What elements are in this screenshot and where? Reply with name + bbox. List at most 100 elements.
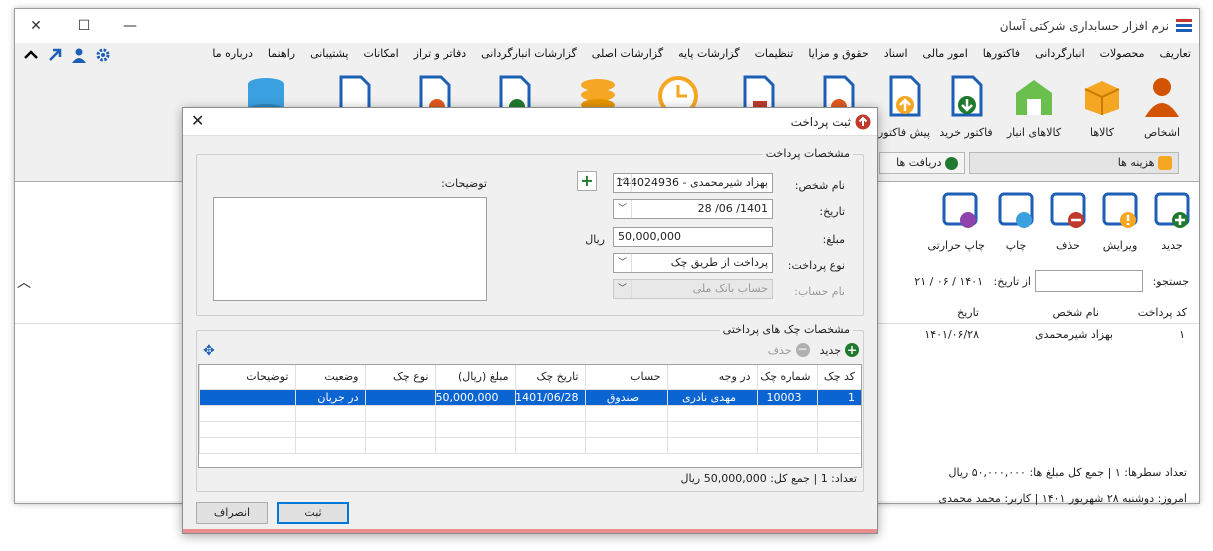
menu-item[interactable]: فاکتورها: [983, 47, 1020, 65]
menu-item[interactable]: اسناد: [884, 47, 908, 65]
menu-item[interactable]: امکانات: [364, 47, 399, 65]
minimize-window-button[interactable]: —: [119, 15, 141, 37]
dialog-accent-bar: [183, 529, 877, 533]
person-icon: [1145, 78, 1179, 117]
ribbon-purchase-invoice-button[interactable]: فاکتور خرید: [933, 75, 999, 141]
amount-label: مبلغ:: [822, 233, 845, 246]
menu-item[interactable]: پشتیبانی: [310, 47, 348, 65]
delete-folder-icon: [1050, 192, 1086, 228]
print-button[interactable]: چاپ: [991, 190, 1041, 264]
amount-input[interactable]: 50,000,000: [613, 227, 773, 247]
menu-item[interactable]: محصولات: [1100, 47, 1145, 65]
box-icon: [1084, 81, 1120, 115]
search-input[interactable]: [1035, 270, 1143, 292]
gear-icon[interactable]: [95, 47, 111, 63]
add-cheque-button[interactable]: جدید: [820, 344, 841, 357]
amount-unit: ریال: [585, 233, 605, 246]
menu-item[interactable]: حقوق و مزایا: [808, 47, 868, 65]
ribbon-persons-button[interactable]: اشخاص: [1129, 75, 1195, 141]
save-button[interactable]: ثبت: [277, 502, 349, 524]
add-icon: +: [845, 343, 859, 357]
ribbon-goods-button[interactable]: کالاها: [1069, 75, 1135, 141]
cheque-count-summary: تعداد: 1 | جمع کل: 50,000,000 ریال: [680, 472, 858, 485]
chevron-down-icon: ﹀: [614, 174, 632, 192]
menu-item[interactable]: تعاریف: [1160, 47, 1191, 65]
collapse-icon[interactable]: ︿: [17, 272, 31, 292]
cheque-toolbar: + جدید − حذف: [768, 343, 859, 357]
col-status[interactable]: وضعیت: [294, 365, 365, 390]
menu-item[interactable]: گزارشات پایه: [678, 47, 739, 65]
col-cheque-date[interactable]: تاریخ چک: [514, 365, 585, 390]
table-row[interactable]: [199, 437, 861, 454]
col-amount[interactable]: مبلغ (ریال): [434, 365, 515, 390]
search-label: جستجو:: [1152, 275, 1189, 288]
col-cheque-number[interactable]: شماره چک: [756, 365, 817, 390]
print-folder-icon: [998, 192, 1034, 228]
menu-item[interactable]: انبارگردانی: [1035, 47, 1085, 65]
collapse-icon[interactable]: [23, 47, 39, 63]
chevron-down-icon: ﹀: [614, 280, 632, 298]
tab-receipts[interactable]: دریافت ها: [879, 152, 965, 174]
date-label: تاریخ:: [819, 205, 845, 218]
description-textarea[interactable]: [213, 197, 487, 301]
menu-item[interactable]: تنظیمات: [755, 47, 794, 65]
ribbon-warehouse-button[interactable]: کالاهای انبار: [1001, 75, 1067, 141]
payment-type-select[interactable]: پرداخت از طریق چک ﹀: [613, 253, 773, 273]
thermal-print-button[interactable]: چاپ حرارتی: [928, 190, 985, 264]
close-window-button[interactable]: ✕: [25, 15, 47, 37]
cheque-grid[interactable]: کد چک شماره چک در وجه حساب تاریخ چک مبلغ…: [198, 364, 862, 468]
menu-item[interactable]: دفاتر و تراز: [414, 47, 466, 65]
col-payee[interactable]: در وجه: [666, 365, 757, 390]
menu-icons: [23, 47, 111, 63]
account-select: حساب بانک ملی ﹀: [613, 279, 773, 299]
table-row[interactable]: 1 10003 مهدی نادری صندوق 1401/06/28 50,0…: [199, 389, 861, 406]
new-button[interactable]: جدید: [1147, 190, 1197, 264]
delete-cheque-button: حذف: [767, 343, 792, 357]
payment-details-group: مشخصات پرداخت نام شخص: بهزاد شیرمحمدی - …: [196, 147, 864, 316]
from-date-value[interactable]: ۱۴۰۱ / ۰۶ / ۲۱: [914, 275, 983, 288]
col-cheque-code[interactable]: کد چک: [816, 365, 861, 390]
description-label: توضیحات:: [441, 177, 487, 190]
user-icon[interactable]: [71, 47, 87, 63]
tab-strip: هزینه ها دریافت ها: [879, 152, 1179, 176]
warehouse-icon: [1016, 80, 1052, 115]
delete-button[interactable]: حذف: [1043, 190, 1093, 264]
title-bar: نرم افزار حسابداری شرکتی آسان ✕ ☐ —: [15, 9, 1199, 43]
account-label: نام حساب:: [794, 285, 845, 298]
ribbon-proforma-button[interactable]: پیش فاکتور: [871, 75, 937, 141]
menu-item[interactable]: راهنما: [268, 47, 295, 65]
person-label: نام شخص:: [794, 179, 845, 192]
delete-icon: −: [795, 342, 810, 357]
purchase-invoice-icon: [951, 75, 983, 117]
col-cheque-type[interactable]: نوع چک: [364, 365, 435, 390]
from-date-label: از تاریخ:: [993, 275, 1031, 288]
menu-item[interactable]: گزارشات انبارگردانی: [481, 47, 577, 65]
table-row[interactable]: [199, 405, 861, 422]
money-bag-icon: [1158, 156, 1172, 170]
proforma-icon: [889, 75, 921, 117]
col-account[interactable]: حساب: [584, 365, 667, 390]
table-row[interactable]: [199, 421, 861, 438]
tab-expenses[interactable]: هزینه ها: [969, 152, 1179, 174]
app-title: نرم افزار حسابداری شرکتی آسان: [999, 19, 1169, 33]
move-icon[interactable]: ✥: [203, 343, 215, 359]
chevron-down-icon: ﹀: [614, 254, 632, 272]
maximize-window-button[interactable]: ☐: [73, 15, 95, 37]
close-icon[interactable]: ✕: [191, 111, 204, 130]
calendar-dropdown-icon: ﹀: [614, 200, 632, 218]
dialog-title-bar: ثبت پرداخت ✕: [183, 108, 877, 136]
date-picker[interactable]: 1401/ 06/ 28 ﹀: [613, 199, 773, 219]
payment-type-label: نوع پرداخت:: [787, 259, 845, 272]
cancel-button[interactable]: انصراف: [196, 502, 268, 524]
menu-item[interactable]: درباره ما: [212, 47, 252, 65]
menu-item[interactable]: گزارشات اصلی: [592, 47, 663, 65]
edit-folder-icon: [1102, 192, 1138, 228]
menu-item[interactable]: امور مالی: [923, 47, 968, 65]
edit-button[interactable]: ویرایش: [1095, 190, 1145, 264]
col-description[interactable]: توضیحات: [199, 365, 295, 390]
today-status: امروز: دوشنبه ۲۸ شهریور ۱۴۰۱ | کاربر: مح…: [938, 492, 1187, 505]
person-select[interactable]: بهزاد شیرمحمدی - 144024936 ﹀: [613, 173, 773, 193]
arrow-icon[interactable]: [47, 47, 63, 63]
dialog-title: ثبت پرداخت: [790, 115, 851, 129]
add-person-button[interactable]: +: [577, 171, 597, 191]
